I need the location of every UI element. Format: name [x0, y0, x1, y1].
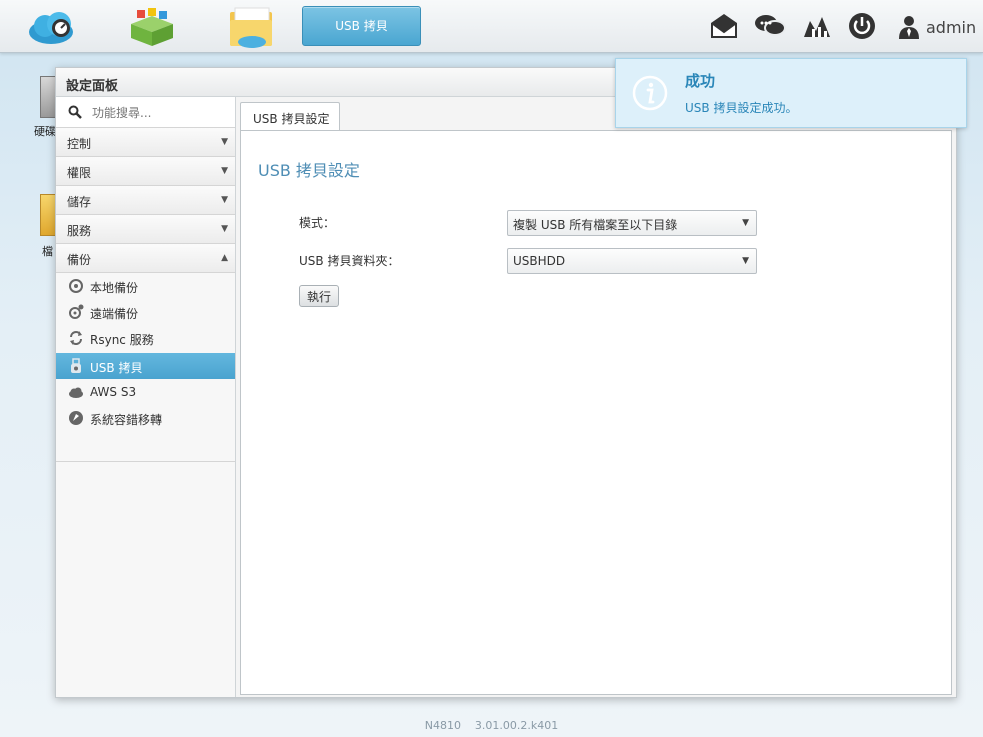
mode-select-value: 複製 USB 所有檔案至以下目錄 — [513, 218, 678, 232]
folder-select[interactable]: USBHDD ▼ — [507, 248, 757, 274]
sidebar-item-local-backup[interactable]: 本地備份 — [56, 273, 235, 299]
mode-select[interactable]: 複製 USB 所有檔案至以下目錄 ▼ — [507, 210, 757, 236]
sidebar-item-label: 本地備份 — [90, 281, 139, 295]
category-label: 儲存 — [67, 195, 92, 209]
sidebar-category-storage[interactable]: 儲存 ▼ — [56, 186, 235, 215]
chevron-down-icon: ▼ — [221, 166, 228, 176]
sidebar-item-label: AWS S3 — [90, 385, 137, 399]
sidebar-category-privilege[interactable]: 權限 ▼ — [56, 157, 235, 186]
tab-label: USB 拷貝設定 — [253, 112, 330, 126]
folder-label: USB 拷貝資料夾： — [299, 254, 400, 268]
folder-select-value: USBHDD — [513, 254, 566, 268]
sidebar-item-aws-s3[interactable]: AWS S3 — [56, 379, 235, 405]
sidebar-item-label: 系統容錯移轉 — [90, 413, 163, 427]
mail-icon[interactable] — [709, 11, 739, 41]
file-center-icon[interactable] — [227, 6, 277, 48]
sidebar-item-label: USB 拷貝 — [90, 361, 143, 375]
sidebar-item-label: Rsync 服務 — [90, 333, 154, 347]
chevron-down-icon: ▼ — [221, 137, 228, 147]
sidebar-item-usb-copy[interactable]: USB 拷貝 — [56, 353, 235, 379]
local-backup-icon — [69, 279, 83, 293]
chat-icon[interactable] — [754, 11, 786, 41]
sidebar: 控制 ▼ 權限 ▼ 儲存 ▼ 服務 ▼ 備份 ▲ 本地備份 — [56, 97, 236, 697]
search-input[interactable] — [90, 103, 224, 123]
remote-backup-icon — [69, 304, 84, 319]
mode-label: 模式： — [299, 216, 336, 230]
run-button[interactable]: 執行 — [299, 285, 339, 307]
firmware-version: N4810 3.01.00.2.k401 — [424, 719, 559, 732]
sidebar-category-control[interactable]: 控制 ▼ — [56, 128, 235, 157]
page-title: USB 拷貝設定 — [258, 161, 360, 180]
search-icon — [68, 105, 82, 119]
sidebar-category-services[interactable]: 服務 ▼ — [56, 215, 235, 244]
settings-content: USB 拷貝設定 模式： 複製 USB 所有檔案至以下目錄 ▼ USB 拷貝資料… — [240, 130, 952, 695]
dropdown-arrow-icon: ▼ — [742, 218, 749, 228]
dropdown-arrow-icon: ▼ — [742, 256, 749, 266]
window-title: 設定面板 — [66, 79, 119, 94]
power-icon[interactable] — [847, 11, 877, 41]
sidebar-item-rsync[interactable]: Rsync 服務 — [56, 325, 235, 351]
chevron-up-icon: ▲ — [221, 253, 228, 263]
settings-window: 設定面板 控制 ▼ 權限 ▼ 儲存 ▼ 服務 ▼ 備份 ▲ — [55, 67, 957, 698]
usb-icon — [71, 358, 81, 373]
success-notification[interactable]: 成功 USB 拷貝設定成功。 — [615, 58, 967, 128]
notification-title: 成功 — [685, 72, 716, 90]
divider — [56, 461, 235, 462]
info-icon — [632, 75, 668, 111]
sidebar-category-backup[interactable]: 備份 ▲ — [56, 244, 235, 273]
sidebar-item-remote-backup[interactable]: 遠端備份 — [56, 299, 235, 325]
category-label: 控制 — [67, 137, 92, 151]
network-map-icon[interactable] — [802, 11, 832, 41]
category-label: 備份 — [67, 253, 92, 267]
taskbar: USB 拷貝 admin — [0, 0, 983, 53]
cloud-dashboard-icon[interactable] — [27, 6, 77, 48]
failover-icon — [69, 411, 83, 425]
user-icon — [899, 16, 919, 39]
notification-message: USB 拷貝設定成功。 — [685, 101, 798, 115]
category-label: 服務 — [67, 224, 92, 238]
usb-copy-task-button[interactable]: USB 拷貝 — [302, 6, 421, 46]
app-center-icon[interactable] — [127, 6, 177, 48]
desktop-icon-label: 硬碟 — [34, 125, 56, 138]
desktop-icon-label: 檔 — [42, 245, 53, 258]
cloud-icon — [69, 387, 83, 398]
user-menu[interactable]: admin — [898, 14, 976, 40]
user-name: admin — [926, 17, 977, 37]
chevron-down-icon: ▼ — [221, 224, 228, 234]
sidebar-item-label: 遠端備份 — [90, 307, 139, 321]
search-box — [56, 97, 235, 128]
category-label: 權限 — [67, 166, 92, 180]
sidebar-item-failover[interactable]: 系統容錯移轉 — [56, 405, 235, 431]
chevron-down-icon: ▼ — [221, 195, 228, 205]
tab-usb-copy-settings[interactable]: USB 拷貝設定 — [240, 102, 340, 131]
sync-icon — [70, 331, 82, 345]
